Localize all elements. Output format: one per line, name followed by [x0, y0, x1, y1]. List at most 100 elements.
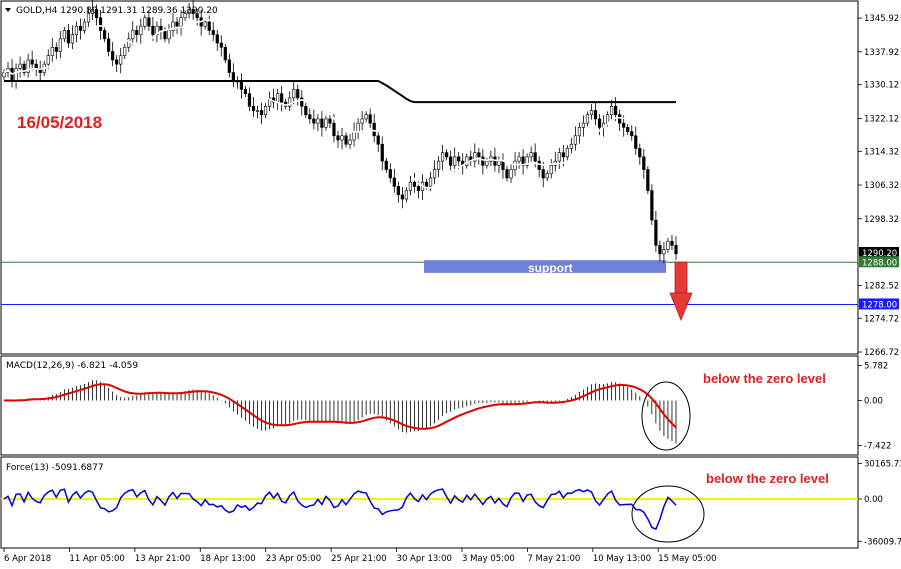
candle-body — [549, 165, 553, 175]
candle-body — [589, 110, 594, 116]
macd-tick-label: 0.00 — [864, 396, 883, 406]
macd-header: MACD(12,26,9) -6.821 -4.059 — [6, 361, 138, 371]
candle-body — [505, 169, 509, 179]
candle-body — [545, 173, 549, 179]
candle-body — [453, 156, 457, 166]
time-tick-label: 7 May 21:00 — [527, 554, 580, 564]
candle-body — [300, 97, 304, 107]
candle-body — [223, 46, 227, 61]
candle-body — [441, 152, 445, 162]
candle-body — [614, 105, 618, 116]
candle-body — [344, 135, 348, 145]
candle-body — [384, 160, 388, 170]
candle-body — [243, 89, 248, 94]
candle-body — [634, 135, 638, 149]
candle-body — [119, 55, 123, 65]
candle-body — [219, 42, 223, 48]
candle-body — [517, 156, 521, 162]
candle-body — [428, 177, 433, 187]
candle-body — [618, 114, 622, 124]
candle-body — [360, 118, 364, 124]
candle-body — [336, 135, 340, 141]
force-tick-label: 0.00 — [864, 495, 883, 505]
price-tick-label: 1314.32 — [864, 147, 899, 157]
candle-body — [642, 156, 646, 170]
candle-body — [143, 17, 147, 27]
candle-body — [573, 135, 578, 145]
candle-body — [147, 17, 151, 27]
candle-body — [561, 152, 565, 158]
time-tick-label: 25 Apr 21:00 — [331, 554, 386, 564]
force-tick-label: -36009.76 — [864, 537, 901, 547]
candle-body — [82, 21, 87, 31]
candle-body — [533, 152, 537, 162]
candle-body — [368, 114, 372, 124]
candle-body — [139, 25, 143, 35]
candle-body — [654, 219, 658, 246]
candle-body — [662, 249, 666, 255]
candle-body — [372, 122, 376, 137]
time-tick-label: 10 May 13:00 — [593, 554, 651, 564]
candle-body — [605, 114, 610, 124]
candle-body — [650, 190, 654, 221]
candle-body — [593, 110, 598, 120]
candle-body — [50, 46, 54, 56]
candle-body — [151, 25, 155, 35]
candle-body — [666, 240, 670, 250]
candle-body — [280, 93, 284, 103]
candle-body — [58, 38, 62, 52]
candle-body — [436, 160, 441, 170]
candle-body — [449, 156, 453, 166]
candle-body — [501, 160, 505, 170]
target-price-label: 1278.00 — [862, 300, 897, 310]
candle-body — [123, 46, 127, 56]
candle-body — [404, 190, 408, 200]
candle-body — [54, 46, 58, 52]
candle-body — [529, 152, 533, 158]
candle-body — [292, 89, 296, 99]
price-tick-label: 1266.72 — [864, 348, 899, 358]
candle-body — [78, 25, 83, 31]
candle-body — [432, 169, 437, 179]
candle-body — [255, 110, 260, 112]
time-tick-label: 13 Apr 21:00 — [135, 554, 190, 564]
candle-body — [348, 139, 352, 145]
candle-body — [646, 169, 650, 191]
candle-body — [585, 114, 590, 124]
candle-body — [111, 51, 115, 61]
candle-body — [14, 68, 18, 82]
candle-body — [324, 118, 328, 128]
candle-body — [34, 63, 38, 69]
candle-body — [485, 160, 489, 166]
candle-body — [131, 30, 135, 40]
candle-body — [416, 186, 421, 191]
price-axis: 1345.92 1337.92 1330.12 1322.12 1314.32 1306.… — [858, 14, 899, 358]
candle-body — [107, 38, 111, 52]
candle-body — [630, 131, 634, 137]
macd-axis: 5.782 0.00 -7.422 — [858, 361, 891, 451]
candle-body — [328, 118, 332, 124]
candle-body — [340, 135, 344, 141]
candle-body — [565, 148, 569, 158]
candle-body — [231, 72, 235, 82]
candle-body — [332, 122, 336, 137]
candle-body — [163, 30, 167, 40]
candle-body — [102, 30, 107, 40]
candle-body — [626, 127, 630, 132]
candle-body — [622, 122, 626, 128]
price-tick-label: 1298.32 — [864, 215, 899, 225]
candle-body — [215, 34, 219, 44]
time-axis: 6 Apr 2018 11 Apr 05:00 13 Apr 21:00 18 Apr… — [3, 548, 717, 564]
candle-body — [167, 30, 171, 40]
candle-body — [18, 63, 22, 69]
candle-body — [392, 177, 396, 187]
macd-note: below the zero level — [703, 371, 826, 386]
candle-body — [597, 118, 602, 128]
candle-body — [658, 245, 662, 255]
candle-body — [481, 156, 485, 166]
time-tick-label: 18 Apr 13:00 — [200, 554, 255, 564]
time-tick-label: 11 Apr 05:00 — [69, 554, 124, 564]
price-tick-label: 1282.52 — [864, 281, 899, 291]
candle-body — [115, 59, 119, 65]
candle-body — [581, 122, 586, 128]
